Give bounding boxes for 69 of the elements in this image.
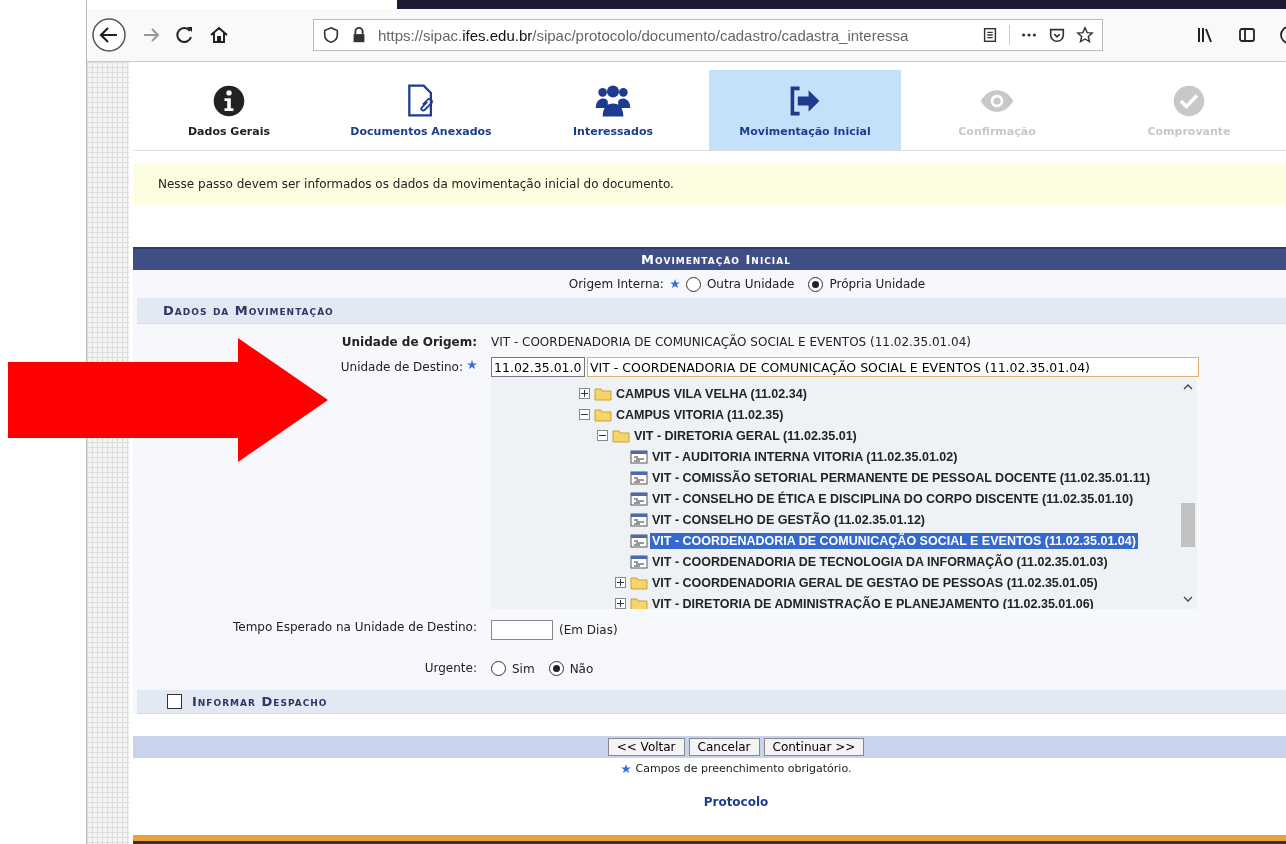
- unit-name-field[interactable]: VIT - COORDENADORIA DE COMUNICAÇÃO SOCIAL E EVENTOS (11.02.35.01.04): [587, 357, 1199, 377]
- step-tab[interactable]: Documentos Anexados: [325, 70, 517, 150]
- reload-icon[interactable]: [175, 25, 195, 45]
- step-tab[interactable]: Dados Gerais: [133, 70, 325, 150]
- home-icon[interactable]: [209, 25, 229, 45]
- form-button[interactable]: << Voltar: [607, 738, 685, 756]
- tree-item[interactable]: VIT - COORDENADORIA GERAL DE GESTAO DE PESSOAS (11.02.35.01.05): [650, 574, 1100, 591]
- address-bar[interactable]: https://sipac.ifes.edu.br/sipac/protocolo/documento/cadastro/cadastra_interessa: [313, 19, 1103, 51]
- unit-code-field[interactable]: 11.02.35.01.0: [491, 357, 585, 377]
- star-icon[interactable]: [1076, 26, 1094, 44]
- folder-icon: [612, 428, 630, 443]
- folder-icon: [630, 596, 648, 609]
- field-label: Tempo Esperado na Unidade de Destino:: [232, 620, 477, 634]
- field-label: Origem Interna:: [568, 277, 664, 291]
- scroll-up-icon[interactable]: [1183, 383, 1193, 391]
- folder-icon: [594, 386, 612, 401]
- unit-icon: [630, 512, 648, 527]
- days-field[interactable]: [491, 620, 553, 640]
- expander-icon[interactable]: [615, 577, 626, 588]
- radio-option[interactable]: Outra Unidade: [685, 276, 795, 292]
- expander-icon[interactable]: [579, 388, 590, 399]
- library-icon[interactable]: [1195, 25, 1215, 45]
- field-label: Unidade de Destino:: [340, 360, 463, 374]
- unit-icon: [630, 554, 648, 569]
- folder-icon: [630, 575, 648, 590]
- unit-icon: [630, 449, 648, 464]
- sidebar-icon[interactable]: [1237, 25, 1257, 45]
- tree-item[interactable]: VIT - DIRETORIA GERAL (11.02.35.01): [632, 427, 859, 444]
- radio-option[interactable]: Sim: [491, 661, 535, 676]
- unit-hint: (Em Dias): [559, 623, 618, 637]
- pocket-icon[interactable]: [1048, 26, 1066, 44]
- tree-item[interactable]: CAMPUS VITORIA (11.02.35): [614, 406, 786, 423]
- shield-icon[interactable]: [322, 26, 340, 44]
- step-tab[interactable]: Interessados: [517, 70, 709, 150]
- step-tab[interactable]: Movimentação Inicial: [709, 70, 901, 150]
- tree-item[interactable]: CAMPUS VILA VELHA (11.02.34): [614, 385, 809, 402]
- tree-item[interactable]: VIT - COORDENADORIA DE TECNOLOGIA DA INFORMAÇÃO (11.02.35.01.03): [650, 553, 1110, 570]
- field-label: Unidade de Origem:: [341, 335, 477, 349]
- required-note: Campos de preenchimento obrigatório.: [635, 762, 852, 775]
- unit-icon: [630, 533, 648, 548]
- reader-view-icon[interactable]: [981, 26, 999, 44]
- back-icon[interactable]: [91, 17, 127, 53]
- radio-option[interactable]: Não: [548, 661, 594, 676]
- tree-item[interactable]: VIT - CONSELHO DE ÉTICA E DISCIPLINA DO CORPO DISCENTE (11.02.35.01.10): [650, 490, 1136, 507]
- protocolo-link[interactable]: Protocolo: [703, 795, 769, 809]
- field-value: VIT - COORDENADORIA DE COMUNICAÇÃO SOCIAL E EVENTOS (11.02.35.01.04): [491, 333, 971, 349]
- folder-icon: [594, 407, 612, 422]
- form-title: Movimentação Inicial: [133, 247, 1286, 270]
- tree-item[interactable]: VIT - COMISSÃO SETORIAL PERMANENTE DE PESSOAL DOCENTE (11.02.35.01.11): [650, 469, 1153, 486]
- expander-icon[interactable]: [597, 430, 608, 441]
- tree-item[interactable]: VIT - COORDENADORIA DE COMUNICAÇÃO SOCIAL E EVENTOS (11.02.35.01.04): [650, 532, 1138, 549]
- section-title: Informar Despacho: [192, 694, 328, 709]
- unit-icon: [630, 491, 648, 506]
- field-label: Urgente:: [424, 661, 477, 675]
- expander-icon[interactable]: [615, 598, 626, 609]
- required-star-icon: [620, 763, 631, 774]
- radio-option[interactable]: Própria Unidade: [808, 276, 926, 292]
- tree-item[interactable]: VIT - CONSELHO DE GESTÃO (11.02.35.01.12): [650, 511, 927, 528]
- info-message: Nesse passo devem ser informados os dados da movimentação inicial do documento.: [133, 163, 1286, 205]
- url-text: https://sipac.ifes.edu.br/sipac/protocolo/documento/cadastro/cadastra_interessa: [378, 26, 910, 44]
- form-button[interactable]: Cancelar: [688, 738, 760, 756]
- expander-icon[interactable]: [579, 409, 590, 420]
- unit-icon: [630, 470, 648, 485]
- section-title: Dados da Movimentação: [137, 298, 1286, 324]
- scroll-thumb[interactable]: [1181, 503, 1195, 547]
- form-button[interactable]: Continuar >>: [763, 738, 865, 756]
- scroll-down-icon[interactable]: [1183, 595, 1193, 603]
- tree-item[interactable]: VIT - AUDITORIA INTERNA VITORIA (11.02.35.01.02): [650, 448, 960, 465]
- checkbox[interactable]: [167, 694, 182, 709]
